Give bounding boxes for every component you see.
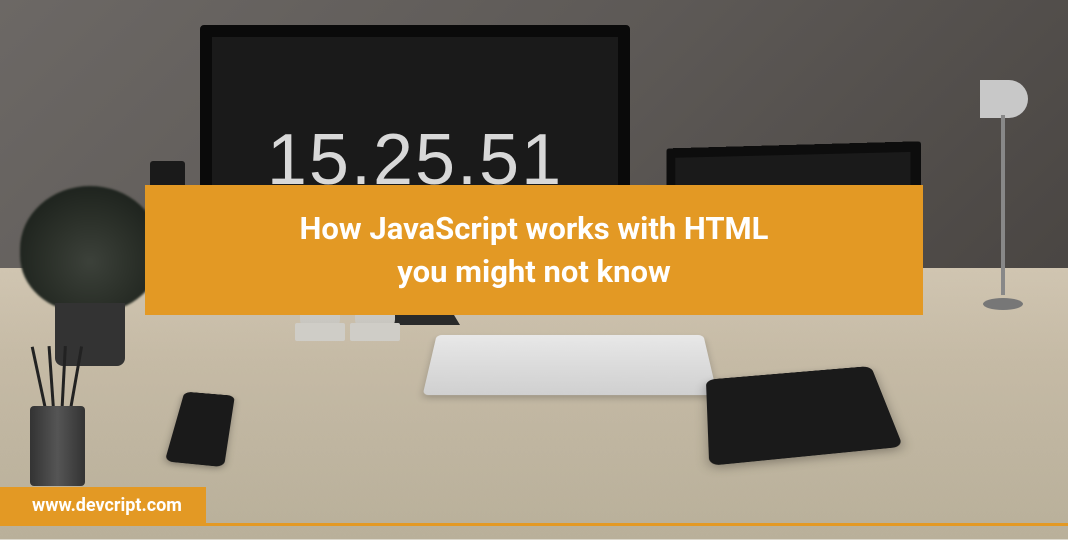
keyboard [423, 335, 718, 395]
title-text: How JavaScript works with HTML you might… [300, 207, 769, 294]
lamp-head [980, 80, 1028, 118]
plant-foliage [20, 186, 160, 312]
lamp-arm [1001, 115, 1005, 295]
lamp-base [983, 298, 1023, 310]
bust-base [350, 323, 400, 341]
pen-holder [30, 406, 85, 486]
desk-lamp [978, 80, 1028, 310]
title-line-1: How JavaScript works with HTML [300, 210, 769, 247]
url-banner: www.devcript.com [0, 487, 206, 524]
url-text: www.devcript.com [32, 495, 182, 516]
plant [20, 186, 160, 366]
title-line-2: you might not know [397, 253, 671, 290]
title-banner: How JavaScript works with HTML you might… [145, 185, 923, 315]
bust-base [295, 323, 345, 341]
